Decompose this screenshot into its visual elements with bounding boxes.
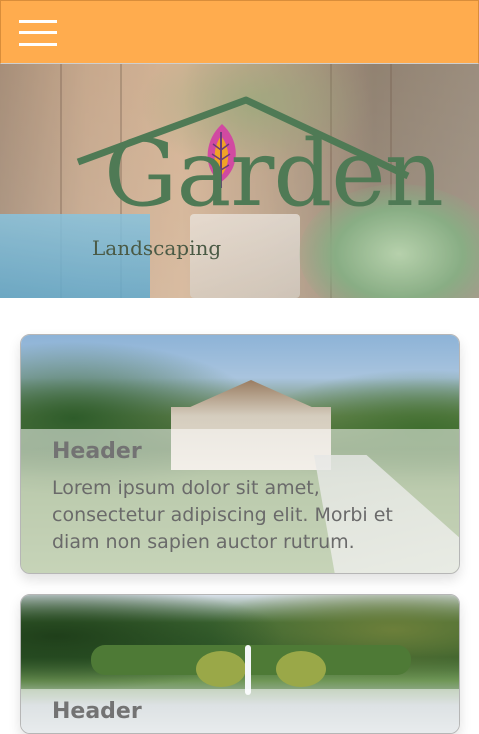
card-header: Header bbox=[52, 439, 142, 464]
hero-banner: Garden Landscaping bbox=[0, 64, 479, 298]
content-card[interactable]: Header bbox=[20, 594, 460, 734]
logo-subtitle: Landscaping bbox=[92, 236, 222, 260]
garden-logo: Garden Landscaping bbox=[0, 64, 479, 298]
card-header: Header bbox=[52, 699, 142, 724]
hamburger-menu-icon[interactable] bbox=[19, 19, 57, 47]
content-card[interactable]: Header Lorem ipsum dolor sit amet, conse… bbox=[20, 334, 460, 574]
top-navbar bbox=[0, 0, 479, 64]
logo-wordmark: Garden bbox=[104, 120, 444, 227]
card-body-text: Lorem ipsum dolor sit amet, consectetur … bbox=[52, 477, 393, 553]
